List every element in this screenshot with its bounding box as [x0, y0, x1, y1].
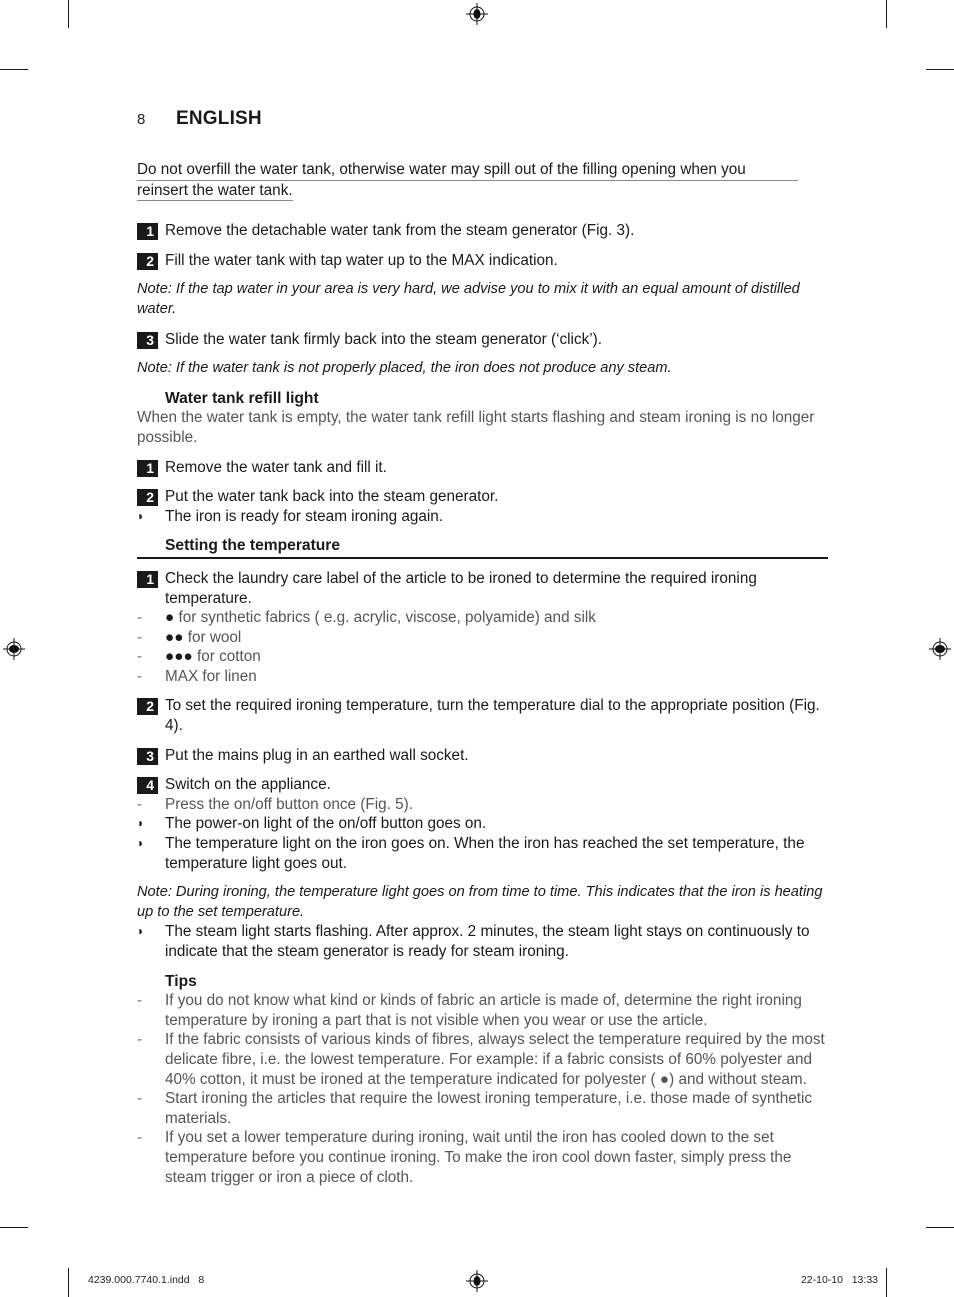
refill-step-2: 2 Put the water tank back into the steam…: [137, 487, 828, 507]
dash-marker: -: [137, 992, 143, 1010]
crop-mark-bottom-left-h: [0, 1227, 28, 1228]
tip-item: - If you set a lower temperature during …: [137, 1128, 828, 1187]
temperature-dots: ●●●: [165, 648, 193, 666]
temp-setting-item: - ●●● for cotton: [137, 647, 828, 667]
step-text: To set the required ironing temperature,…: [165, 697, 820, 735]
fill-step-2: 2 Fill the water tank with tap water up …: [137, 251, 828, 271]
page-content: Do not overfill the water tank, otherwis…: [137, 160, 828, 1187]
step-number-badge: 4: [137, 777, 158, 795]
temp-step-4-sub: - Press the on/off button once (Fig. 5).: [137, 795, 828, 815]
temp-step-2: 2 To set the required ironing temperatur…: [137, 696, 828, 735]
step-text: Slide the water tank firmly back into th…: [165, 330, 602, 348]
warning-line-2: reinsert the water tank.: [137, 181, 293, 202]
overfill-warning: Do not overfill the water tank, otherwis…: [137, 160, 828, 202]
sub-text: Press the on/off button once (Fig. 5).: [165, 795, 414, 813]
result-text: The temperature light on the iron goes o…: [165, 835, 805, 872]
temp-step-1: 1 Check the laundry care label of the ar…: [137, 569, 828, 608]
step-text: Check the laundry care label of the arti…: [165, 569, 757, 607]
crop-mark-top-left-v: [68, 0, 69, 28]
result-bullet-icon: ◗: [137, 508, 145, 523]
temp-setting-item: - ● for synthetic fabrics ( e.g. acrylic…: [137, 608, 828, 628]
tip-item: - If you do not know what kind or kinds …: [137, 991, 828, 1030]
result-bullet-icon: ◗: [137, 836, 145, 851]
step-text: Fill the water tank with tap water up to…: [165, 251, 558, 269]
registration-mark-top-icon: [466, 3, 488, 25]
note-temperature-light: Note: During ironing, the temperature li…: [137, 884, 823, 920]
footer-file-name: 4239.000.7740.1.indd 8: [88, 1274, 205, 1286]
tip-text: If you set a lower temperature during ir…: [165, 1129, 792, 1186]
warning-line-1: Do not overfill the water tank, otherwis…: [137, 160, 798, 181]
setting-text: MAX for linen: [165, 667, 257, 685]
result-text: The steam light starts flashing. After a…: [165, 923, 810, 960]
dash-marker: -: [137, 1090, 143, 1108]
step-text: Remove the detachable water tank from th…: [165, 222, 635, 240]
dash-marker: -: [137, 609, 143, 627]
tip-text: Start ironing the articles that require …: [165, 1090, 813, 1127]
steam-ready-result: ◗ The steam light starts flashing. After…: [137, 922, 828, 961]
crop-mark-bottom-left-v: [68, 1268, 69, 1297]
temp-setting-item: - MAX for linen: [137, 667, 828, 687]
dash-marker: -: [137, 667, 143, 685]
dash-marker: -: [137, 648, 143, 666]
temp-setting-item: - ●● for wool: [137, 628, 828, 648]
result-bullet-icon: ◗: [137, 924, 145, 939]
dash-marker: -: [137, 795, 143, 813]
dash-marker: -: [137, 1031, 143, 1049]
crop-mark-bottom-right-h: [926, 1227, 954, 1228]
page-number: 8: [137, 111, 146, 128]
result-text: The power-on light of the on/off button …: [165, 815, 487, 833]
fill-step-1: 1 Remove the detachable water tank from …: [137, 221, 828, 241]
step-number-badge: 1: [137, 570, 158, 588]
note-tank-placement: Note: If the water tank is not properly …: [137, 360, 672, 377]
dash-marker: -: [137, 1129, 143, 1147]
footer-date: 22-10-10 13:33: [800, 1274, 878, 1286]
crop-mark-top-left-h: [0, 69, 28, 70]
section-heading-temperature: Setting the temperature: [137, 536, 828, 559]
tip-item: - If the fabric consists of various kind…: [137, 1030, 828, 1089]
temp-step-4-result: ◗ The temperature light on the iron goes…: [137, 834, 828, 873]
step-number-badge: 2: [137, 252, 158, 270]
tip-text: If the fabric consists of various kinds …: [165, 1031, 825, 1088]
dash-marker: -: [137, 628, 143, 646]
registration-mark-right-icon: [929, 638, 951, 660]
crop-mark-bottom-right-v: [886, 1268, 887, 1297]
refill-intro: When the water tank is empty, the water …: [137, 409, 815, 446]
refill-result: ◗ The iron is ready for steam ironing ag…: [137, 507, 828, 527]
tip-text: If you do not know what kind or kinds of…: [165, 992, 802, 1029]
step-text: Switch on the appliance.: [165, 776, 331, 794]
temp-step-4: 4 Switch on the appliance.: [137, 775, 828, 795]
result-bullet-icon: ◗: [137, 816, 145, 831]
section-heading-tips: Tips: [165, 972, 197, 990]
step-text: Remove the water tank and fill it.: [165, 458, 387, 476]
fill-step-3: 3 Slide the water tank firmly back into …: [137, 330, 828, 350]
step-number-badge: 3: [137, 747, 158, 765]
setting-text: for synthetic fabrics ( e.g. acrylic, vi…: [174, 609, 596, 627]
page-language-heading: ENGLISH: [176, 108, 262, 129]
temperature-dots: ●●: [165, 628, 184, 646]
section-heading-refill-light: Water tank refill light: [165, 389, 319, 407]
step-number-badge: 1: [137, 223, 158, 241]
crop-mark-top-right-v: [886, 0, 887, 28]
setting-text: for wool: [183, 628, 242, 646]
step-text: Put the mains plug in an earthed wall so…: [165, 746, 469, 764]
refill-step-1: 1 Remove the water tank and fill it.: [137, 458, 828, 478]
temp-step-4-result: ◗ The power-on light of the on/off butto…: [137, 814, 828, 834]
crop-mark-top-right-h: [926, 69, 954, 70]
registration-mark-left-icon: [3, 638, 25, 660]
tip-item: - Start ironing the articles that requir…: [137, 1089, 828, 1128]
setting-text: for cotton: [192, 648, 261, 666]
registration-mark-bottom-icon: [466, 1270, 488, 1292]
step-text: Put the water tank back into the steam g…: [165, 488, 499, 506]
result-text: The iron is ready for steam ironing agai…: [165, 507, 444, 525]
step-number-badge: 3: [137, 331, 158, 349]
step-number-badge: 2: [137, 698, 158, 716]
temperature-dots: ●: [165, 609, 175, 627]
note-hard-water: Note: If the tap water in your area is v…: [137, 281, 800, 317]
step-number-badge: 1: [137, 459, 158, 477]
temp-step-3: 3 Put the mains plug in an earthed wall …: [137, 746, 828, 766]
step-number-badge: 2: [137, 489, 158, 507]
